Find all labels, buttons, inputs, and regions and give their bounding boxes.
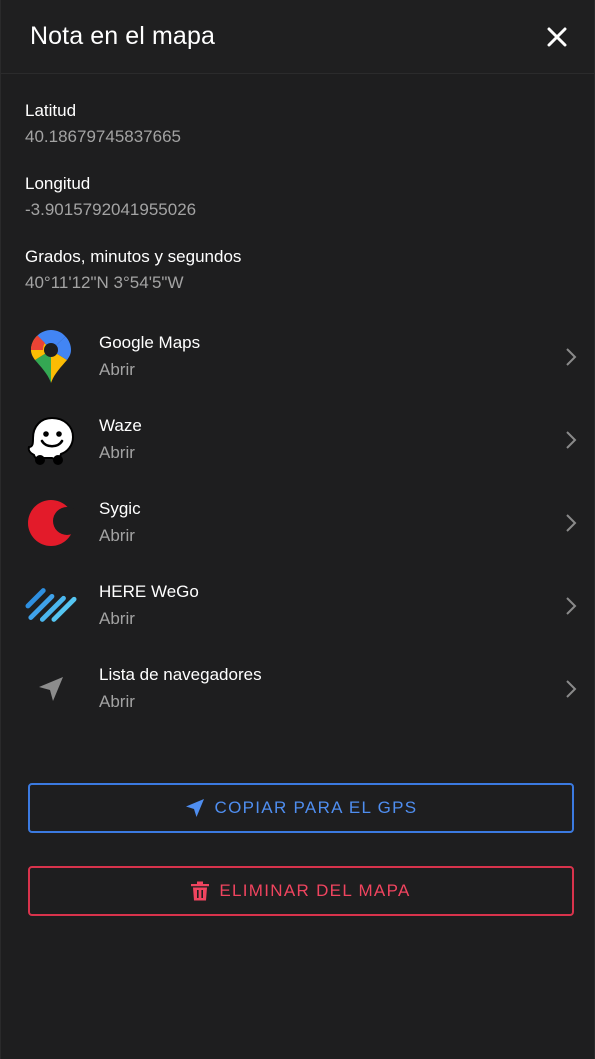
chevron-right-icon <box>566 596 577 615</box>
app-item-google-maps[interactable]: Google Maps Abrir <box>1 315 594 398</box>
latitude-value: 40.18679745837665 <box>25 127 181 146</box>
navigation-apps-list: Google Maps Abrir Waze Abrir Sygic Abrir… <box>1 315 594 730</box>
sygic-icon <box>25 497 77 549</box>
close-button[interactable] <box>544 24 570 50</box>
navigation-arrow-icon <box>185 799 204 817</box>
close-icon <box>547 27 567 46</box>
chevron-right-icon <box>566 430 577 449</box>
app-item-navigator-list[interactable]: Lista de navegadores Abrir <box>1 647 594 730</box>
dms-block: Grados, minutos y segundos 40°11'12"N 3°… <box>25 247 570 293</box>
copy-for-gps-label: COPIAR PARA EL GPS <box>214 798 418 817</box>
app-text: Waze Abrir <box>99 416 564 463</box>
chevron-right-icon <box>566 347 577 366</box>
app-name: HERE WeGo <box>99 582 199 601</box>
app-name: Sygic <box>99 499 141 518</box>
delete-from-map-label: ELIMINAR DEL MAPA <box>219 881 411 900</box>
app-action: Abrir <box>99 526 135 545</box>
dms-value: 40°11'12"N 3°54'5"W <box>25 273 184 292</box>
app-item-sygic[interactable]: Sygic Abrir <box>1 481 594 564</box>
panel-title: Nota en el mapa <box>30 22 215 50</box>
trash-icon <box>191 881 210 901</box>
app-action: Abrir <box>99 443 135 462</box>
app-name: Waze <box>99 416 142 435</box>
app-name: Lista de navegadores <box>99 665 262 684</box>
here-wego-icon <box>25 580 77 632</box>
longitude-value: -3.9015792041955026 <box>25 200 197 219</box>
google-maps-icon <box>25 329 77 383</box>
app-action: Abrir <box>99 609 135 628</box>
chevron-right-icon <box>566 679 577 698</box>
latitude-label: Latitud <box>25 101 77 120</box>
longitude-label: Longitud <box>25 174 91 193</box>
app-text: Google Maps Abrir <box>99 333 564 380</box>
navigation-arrow-icon <box>25 663 77 715</box>
app-item-waze[interactable]: Waze Abrir <box>1 398 594 481</box>
dms-label: Grados, minutos y segundos <box>25 247 242 266</box>
copy-for-gps-button[interactable]: COPIAR PARA EL GPS <box>28 783 574 833</box>
app-name: Google Maps <box>99 333 201 352</box>
app-text: Sygic Abrir <box>99 499 564 546</box>
coordinates-info: Latitud 40.18679745837665 Longitud -3.90… <box>1 101 594 293</box>
app-text: HERE WeGo Abrir <box>99 582 564 629</box>
app-item-here-wego[interactable]: HERE WeGo Abrir <box>1 564 594 647</box>
chevron-right-icon <box>566 513 577 532</box>
app-action: Abrir <box>99 692 135 711</box>
latitude-block: Latitud 40.18679745837665 <box>25 101 570 147</box>
longitude-block: Longitud -3.9015792041955026 <box>25 174 570 220</box>
map-note-panel: Nota en el mapa Latitud 40.1867974583766… <box>0 0 595 1059</box>
app-action: Abrir <box>99 360 135 379</box>
waze-icon <box>25 414 77 466</box>
panel-header: Nota en el mapa <box>1 0 594 74</box>
app-text: Lista de navegadores Abrir <box>99 665 564 712</box>
delete-from-map-button[interactable]: ELIMINAR DEL MAPA <box>28 866 574 916</box>
